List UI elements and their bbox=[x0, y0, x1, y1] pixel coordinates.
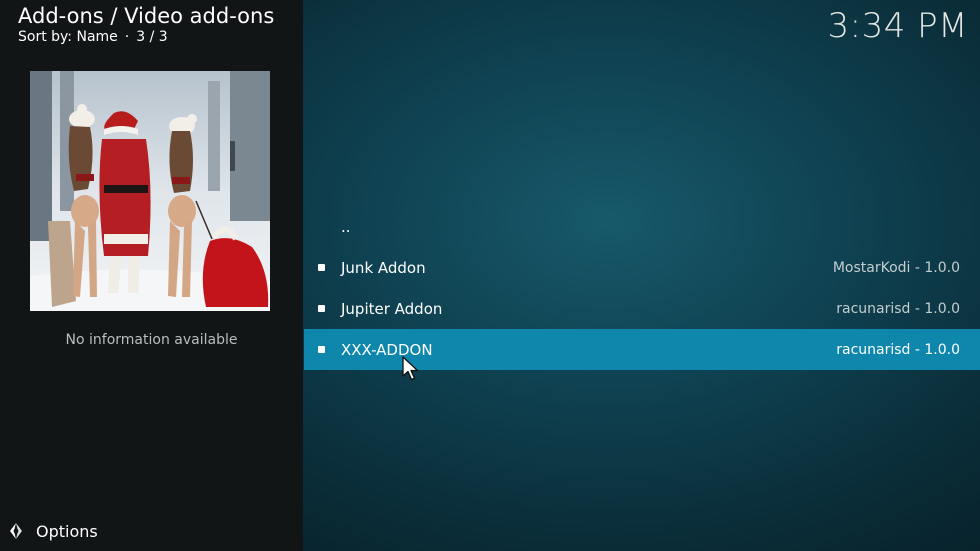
options-label: Options bbox=[36, 521, 98, 541]
bullet-icon bbox=[318, 264, 325, 271]
bullet-icon bbox=[318, 305, 325, 312]
parent-directory-label: .. bbox=[341, 217, 351, 236]
sort-label: Sort by: Name bbox=[18, 29, 118, 45]
sort-info: Sort by: Name · 3 / 3 bbox=[18, 29, 168, 45]
separator-dot: · bbox=[124, 29, 130, 45]
no-info-text: No information available bbox=[65, 332, 238, 348]
item-name: Jupiter Addon bbox=[341, 299, 443, 318]
list-item-jupiter-addon[interactable]: Jupiter Addon racunarisd - 1.0.0 bbox=[304, 288, 980, 329]
options-icon bbox=[10, 523, 22, 539]
addon-thumbnail bbox=[30, 71, 270, 311]
options-button[interactable]: Options bbox=[6, 521, 98, 541]
clock: 3:34 PM bbox=[827, 6, 968, 46]
item-name: Junk Addon bbox=[341, 258, 426, 277]
bullet-icon bbox=[318, 346, 325, 353]
parent-directory-item[interactable]: .. bbox=[304, 206, 980, 247]
item-author-version: racunarisd - 1.0.0 bbox=[836, 341, 960, 358]
info-panel: Add-ons / Video add-ons Sort by: Name · 3 … bbox=[0, 0, 303, 551]
thumbnail-image bbox=[30, 71, 270, 311]
item-position: 3 / 3 bbox=[136, 29, 168, 45]
kodi-screen: Add-ons / Video add-ons Sort by: Name · 3 … bbox=[0, 0, 980, 551]
list-item-junk-addon[interactable]: Junk Addon MostarKodi - 1.0.0 bbox=[304, 247, 980, 288]
mouse-pointer-icon bbox=[402, 356, 419, 381]
item-author-version: racunarisd - 1.0.0 bbox=[836, 300, 960, 317]
breadcrumb: Add-ons / Video add-ons bbox=[18, 4, 275, 28]
item-author-version: MostarKodi - 1.0.0 bbox=[832, 259, 960, 276]
addon-list: .. Junk Addon MostarKodi - 1.0.0 Jupiter… bbox=[304, 206, 980, 370]
